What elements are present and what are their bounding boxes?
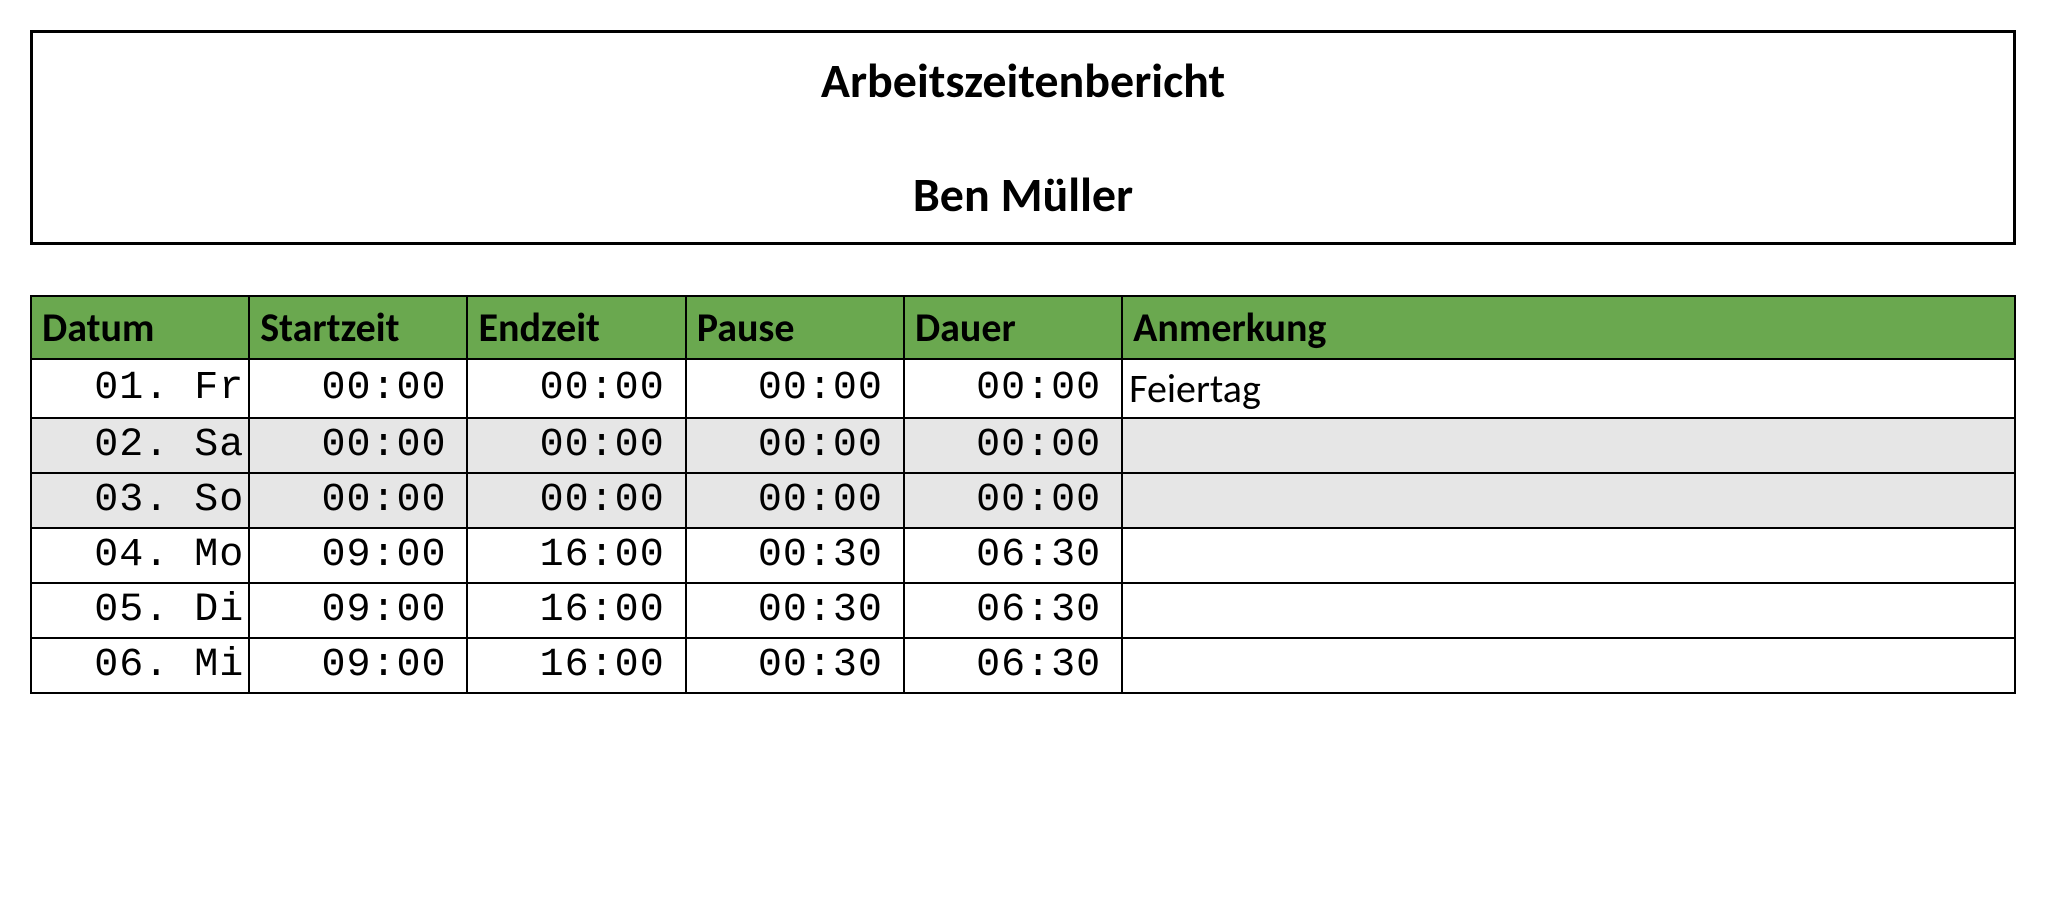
table-row: 06. Mi09:0016:0000:3006:30 [31,638,2015,693]
cell-startzeit: 00:00 [249,473,467,528]
cell-dauer: 06:30 [904,638,1122,693]
cell-endzeit: 16:00 [467,528,685,583]
cell-datum: 02. Sa [31,418,249,473]
cell-startzeit: 09:00 [249,638,467,693]
cell-dauer: 06:30 [904,583,1122,638]
cell-anmerkung: Feiertag [1122,359,2015,418]
report-title: Arbeitszeitenbericht [43,51,2003,110]
cell-pause: 00:00 [686,418,904,473]
cell-anmerkung [1122,418,2015,473]
report-header: Arbeitszeitenbericht Ben Müller [30,30,2016,245]
col-header-pause: Pause [686,296,904,359]
cell-pause: 00:00 [686,359,904,418]
cell-datum: 06. Mi [31,638,249,693]
cell-anmerkung [1122,583,2015,638]
cell-endzeit: 00:00 [467,473,685,528]
cell-pause: 00:30 [686,583,904,638]
cell-pause: 00:30 [686,638,904,693]
cell-datum: 04. Mo [31,528,249,583]
cell-startzeit: 00:00 [249,418,467,473]
table-row: 01. Fr00:0000:0000:0000:00Feiertag [31,359,2015,418]
cell-anmerkung [1122,473,2015,528]
timesheet-table: Datum Startzeit Endzeit Pause Dauer Anme… [30,295,2016,694]
table-row: 02. Sa00:0000:0000:0000:00 [31,418,2015,473]
cell-dauer: 00:00 [904,418,1122,473]
table-row: 05. Di09:0016:0000:3006:30 [31,583,2015,638]
col-header-startzeit: Startzeit [249,296,467,359]
cell-endzeit: 16:00 [467,583,685,638]
cell-startzeit: 09:00 [249,528,467,583]
table-header-row: Datum Startzeit Endzeit Pause Dauer Anme… [31,296,2015,359]
cell-pause: 00:30 [686,528,904,583]
col-header-dauer: Dauer [904,296,1122,359]
cell-datum: 01. Fr [31,359,249,418]
table-row: 03. So00:0000:0000:0000:00 [31,473,2015,528]
cell-endzeit: 00:00 [467,418,685,473]
employee-name: Ben Müller [43,165,2003,224]
cell-endzeit: 16:00 [467,638,685,693]
cell-datum: 05. Di [31,583,249,638]
cell-datum: 03. So [31,473,249,528]
cell-endzeit: 00:00 [467,359,685,418]
cell-anmerkung [1122,638,2015,693]
table-row: 04. Mo09:0016:0000:3006:30 [31,528,2015,583]
cell-pause: 00:00 [686,473,904,528]
cell-startzeit: 09:00 [249,583,467,638]
cell-anmerkung [1122,528,2015,583]
cell-dauer: 00:00 [904,473,1122,528]
col-header-anmerkung: Anmerkung [1122,296,2015,359]
cell-dauer: 06:30 [904,528,1122,583]
col-header-endzeit: Endzeit [467,296,685,359]
col-header-datum: Datum [31,296,249,359]
cell-dauer: 00:00 [904,359,1122,418]
cell-startzeit: 00:00 [249,359,467,418]
